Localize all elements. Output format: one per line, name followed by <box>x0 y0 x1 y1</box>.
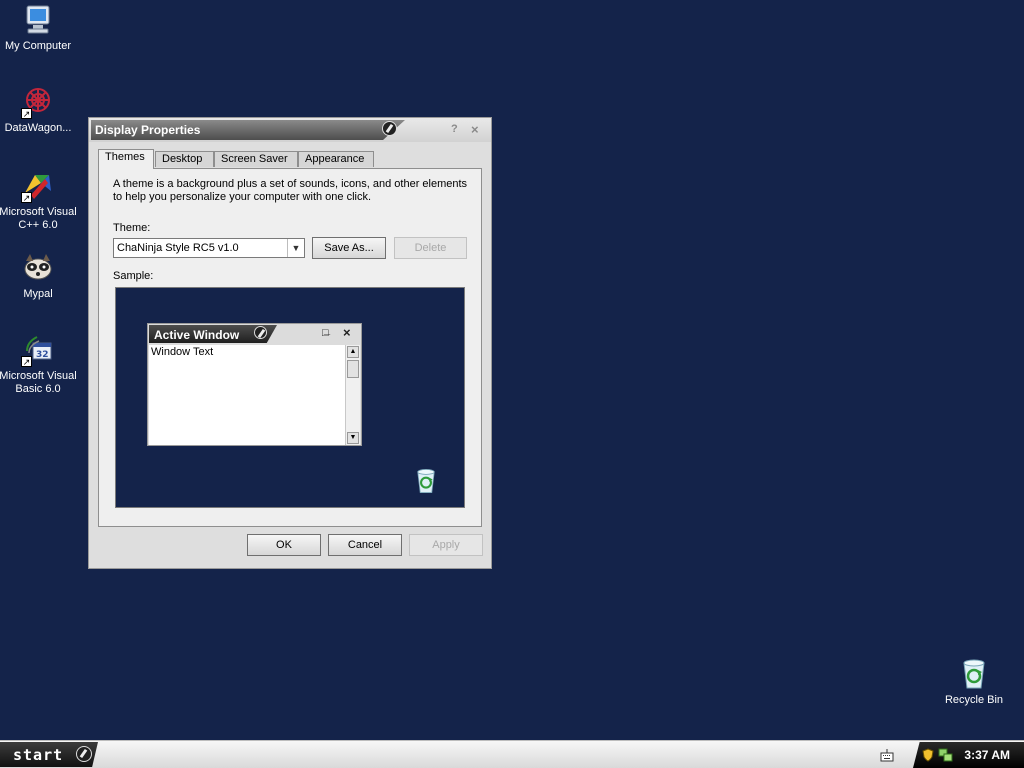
tab-desktop[interactable]: Desktop <box>155 151 214 167</box>
visual-cpp-icon: ↗ <box>21 169 55 203</box>
ninja-logo-icon <box>76 746 92 762</box>
tab-appearance[interactable]: Appearance <box>298 151 374 167</box>
apply-button[interactable]: Apply <box>409 534 483 556</box>
close-icon: × <box>343 325 351 340</box>
desktop-icon-label: Mypal <box>23 288 53 300</box>
scroll-up-icon: ▲ <box>347 346 359 358</box>
maximize-icon: □ <box>322 327 329 339</box>
recycle-bin-icon <box>957 657 991 691</box>
computer-icon <box>21 3 55 37</box>
mypal-icon <box>21 251 55 285</box>
desktop-icon-recycle-bin[interactable]: Recycle Bin <box>934 657 1014 707</box>
desktop-icon-visual-basic[interactable]: 32 ↗ Microsoft Visual Basic 6.0 <box>0 333 78 396</box>
theme-select-value: ChaNinja Style RC5 v1.0 <box>117 242 239 254</box>
chevron-down-icon[interactable]: ▼ <box>287 239 304 257</box>
start-label: start <box>13 746 64 764</box>
delete-button[interactable]: Delete <box>394 237 467 259</box>
taskbar: start 3:37 AM <box>0 740 1024 768</box>
start-button[interactable]: start <box>0 742 98 767</box>
datawagon-icon: ↗ <box>21 85 55 119</box>
sample-window-text: Window Text <box>149 345 346 445</box>
network-icon[interactable] <box>938 747 954 766</box>
desktop-icon-visual-cpp[interactable]: ↗ Microsoft Visual C++ 6.0 <box>0 169 78 232</box>
shortcut-arrow-icon: ↗ <box>21 192 32 203</box>
theme-select[interactable]: ChaNinja Style RC5 v1.0 ▼ <box>113 238 305 258</box>
sample-label: Sample: <box>113 270 154 282</box>
theme-description: A theme is a background plus a set of so… <box>113 178 468 203</box>
display-properties-window: Display Properties ? × Themes Desktop Sc… <box>88 117 492 569</box>
cancel-button[interactable]: Cancel <box>328 534 402 556</box>
ninja-logo-icon <box>254 326 267 339</box>
scroll-down-icon: ▼ <box>347 432 359 444</box>
desktop-icon-label: DataWagon... <box>4 122 72 134</box>
theme-label: Theme: <box>113 222 151 234</box>
shortcut-arrow-icon: ↗ <box>21 108 32 119</box>
system-tray: 3:37 AM <box>913 742 1024 768</box>
theme-sample-preview: Active Window _ □ × Window Text ▲ ▼ <box>115 287 465 508</box>
security-shield-icon[interactable] <box>922 748 934 765</box>
ninja-logo-icon <box>382 121 397 136</box>
keyboard-icon[interactable] <box>880 748 894 765</box>
shortcut-arrow-icon: ↗ <box>21 356 32 367</box>
tab-screen-saver[interactable]: Screen Saver <box>214 151 298 167</box>
save-as-button[interactable]: Save As... <box>312 237 386 259</box>
desktop-icon-datawagon[interactable]: ↗ DataWagon... <box>0 85 78 135</box>
clock[interactable]: 3:37 AM <box>964 748 1010 762</box>
ok-button[interactable]: OK <box>247 534 321 556</box>
title-bar[interactable]: Display Properties ? × <box>89 118 491 142</box>
desktop-icon-my-computer[interactable]: My Computer <box>0 3 78 53</box>
desktop-icon-label: Microsoft Visual Basic 6.0 <box>0 370 77 395</box>
window-title: Display Properties <box>95 123 201 137</box>
desktop-icon-label: Recycle Bin <box>944 694 1004 706</box>
sample-window-title: Active Window <box>154 328 240 342</box>
desktop-icon-mypal[interactable]: Mypal <box>0 251 78 301</box>
desktop-icon-label: Microsoft Visual C++ 6.0 <box>0 206 77 231</box>
sample-scrollbar: ▲ ▼ <box>345 345 360 445</box>
sample-active-window: Active Window _ □ × Window Text ▲ ▼ <box>147 323 362 446</box>
scroll-thumb <box>347 360 359 378</box>
close-button[interactable]: × <box>471 122 479 137</box>
desktop-icon-label: My Computer <box>4 40 72 52</box>
svg-text:32: 32 <box>36 350 49 360</box>
visual-basic-icon: 32 ↗ <box>21 333 55 367</box>
help-button[interactable]: ? <box>451 123 458 135</box>
sample-recycle-bin-icon <box>412 466 440 499</box>
tab-themes[interactable]: Themes <box>98 149 154 169</box>
